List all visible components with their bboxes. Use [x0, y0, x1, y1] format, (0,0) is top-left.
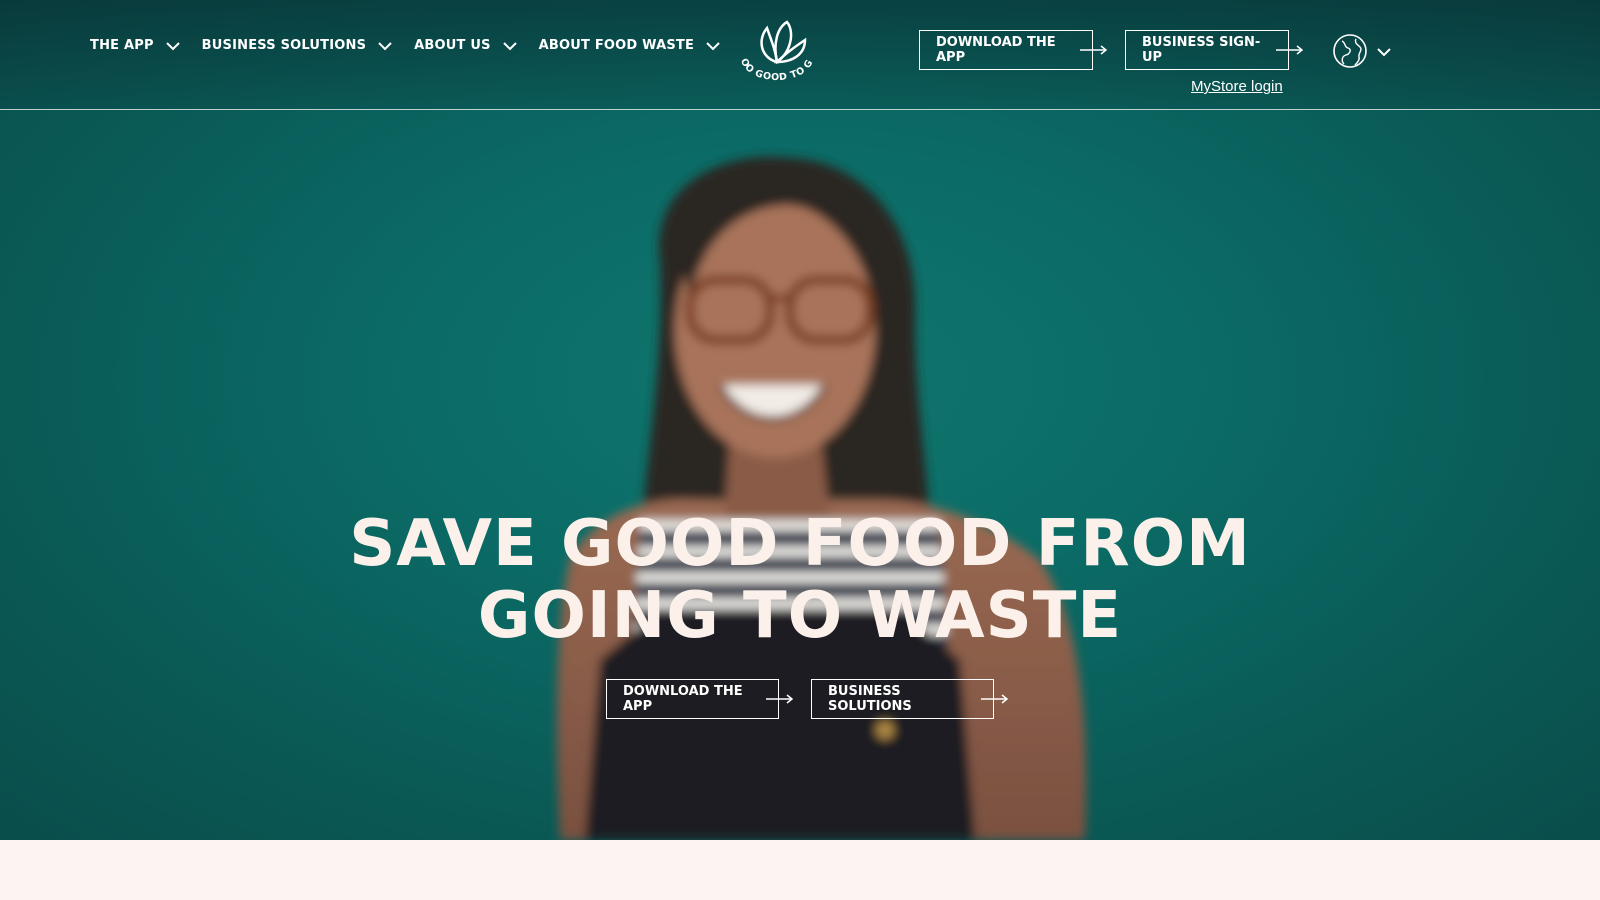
arrow-right-icon — [766, 694, 794, 704]
hero-section — [0, 0, 1600, 840]
nav-item-label: BUSINESS SOLUTIONS — [201, 38, 367, 53]
nav-item-label: THE APP — [90, 38, 154, 53]
nav-item-label: ABOUT FOOD WASTE — [538, 38, 695, 53]
header-business-signup-button[interactable]: BUSINESS SIGN-UP — [1125, 30, 1304, 70]
headline-line: SAVE GOOD FOOD FROM — [349, 507, 1251, 581]
chevron-down-icon[interactable] — [1377, 45, 1391, 59]
mystore-login-link[interactable]: MyStore login — [1191, 78, 1283, 95]
hero-headline: SAVE GOOD FOOD FROM GOING TO WASTE — [300, 508, 1300, 652]
chevron-down-icon — [706, 41, 720, 50]
hero-download-app-button[interactable]: DOWNLOAD THE APP — [606, 679, 794, 719]
hero-business-solutions-button[interactable]: BUSINESS SOLUTIONS — [811, 679, 1009, 719]
headline-line: GOING TO WASTE — [477, 579, 1123, 653]
chevron-down-icon — [502, 41, 517, 50]
nav-item-about-us[interactable]: ABOUT US — [414, 38, 517, 53]
chevron-down-icon — [378, 41, 392, 50]
arrow-right-icon — [1276, 45, 1304, 55]
button-label: BUSINESS SOLUTIONS — [828, 684, 912, 714]
nav-item-label: ABOUT US — [414, 38, 491, 53]
nav-item-the-app[interactable]: THE APP — [90, 38, 180, 53]
hero-photo-woman — [557, 156, 1087, 840]
nav-item-business-solutions[interactable]: BUSINESS SOLUTIONS — [202, 38, 392, 53]
site-header: THE APP BUSINESS SOLUTIONS ABOUT US ABOU… — [0, 0, 1600, 110]
nav-item-about-food-waste[interactable]: ABOUT FOOD WASTE — [539, 38, 720, 53]
button-label: BUSINESS SIGN-UP — [1142, 35, 1261, 65]
arrow-right-icon — [981, 694, 1009, 704]
main-nav: THE APP BUSINESS SOLUTIONS ABOUT US ABOU… — [90, 38, 742, 53]
button-label: DOWNLOAD THE APP — [936, 35, 1056, 65]
header-download-app-button[interactable]: DOWNLOAD THE APP — [919, 30, 1108, 70]
too-good-to-go-logo[interactable]: TOO GOOD TO GO — [735, 18, 819, 86]
arrow-right-icon — [1080, 45, 1108, 55]
globe-icon[interactable] — [1332, 33, 1368, 69]
button-label: DOWNLOAD THE APP — [623, 684, 743, 714]
next-section-band — [0, 840, 1600, 900]
chevron-down-icon — [165, 41, 180, 50]
